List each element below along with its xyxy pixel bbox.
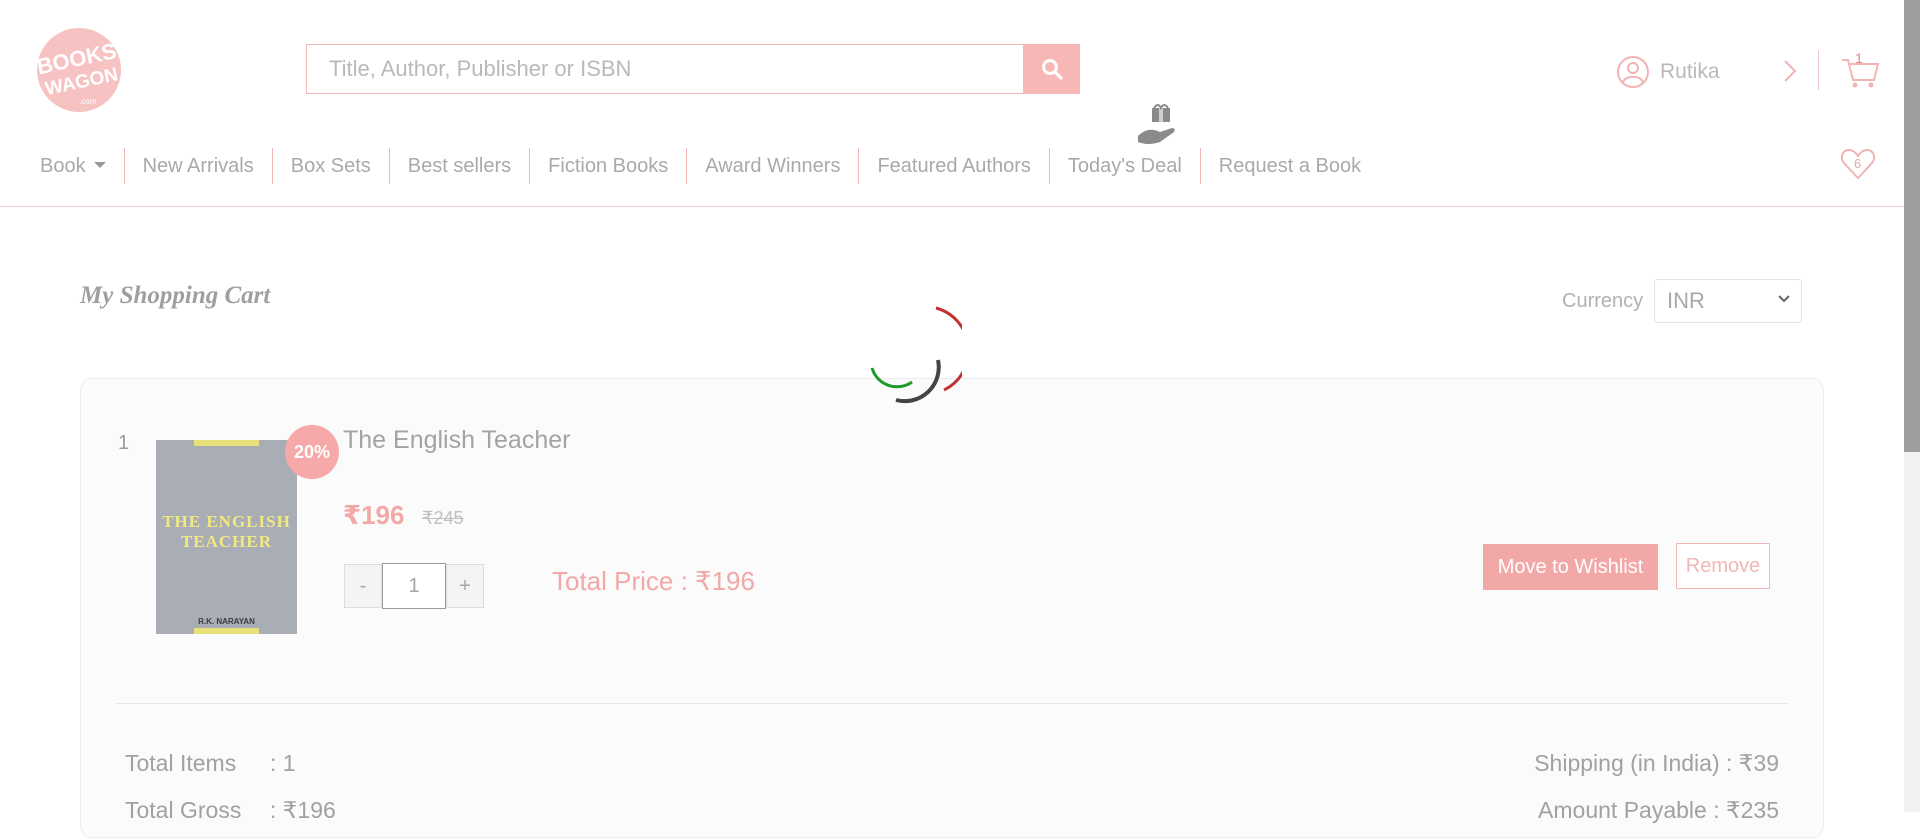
currency-value: INR <box>1667 288 1705 313</box>
qty-increase-button[interactable]: + <box>446 564 484 608</box>
qty-decrease-button[interactable]: - <box>344 564 382 608</box>
caret-down-icon <box>93 162 106 169</box>
total-gross-label: Total Gross <box>125 797 242 823</box>
book-cover-image[interactable]: THE ENGLISH TEACHER R.K. NARAYAN <box>156 440 297 634</box>
nav-item-featured-authors[interactable]: Featured Authors <box>858 148 1048 184</box>
item-total-price: Total Price : ₹196 <box>552 566 755 596</box>
nav-item-box-sets[interactable]: Box Sets <box>271 148 389 184</box>
chevron-down-icon <box>1778 295 1790 303</box>
page-title: My Shopping Cart <box>80 282 271 309</box>
price-current: ₹196 <box>343 500 405 530</box>
total-items-value: : 1 <box>270 750 296 776</box>
search-box <box>306 44 1024 94</box>
nav-item-request-a-book[interactable]: Request a Book <box>1199 148 1379 184</box>
main-nav: Book New Arrivals Box Sets Best sellers … <box>22 146 1379 186</box>
total-items-label: Total Items <box>125 750 237 776</box>
nav-item-new-arrivals[interactable]: New Arrivals <box>123 148 272 184</box>
amount-payable: Amount Payable : ₹235 <box>1538 797 1779 823</box>
user-name: Rutika <box>1660 60 1720 83</box>
search-icon <box>1042 59 1063 80</box>
cover-band <box>194 628 259 634</box>
site-header: BOOKS WAGON .com Rutika 1 <box>0 0 1904 207</box>
nav-item-todays-deal[interactable]: Today's Deal <box>1048 148 1200 184</box>
total-gross-value: : ₹196 <box>270 797 336 823</box>
chevron-right-icon[interactable] <box>1782 58 1798 84</box>
user-account[interactable]: Rutika <box>1616 50 1720 94</box>
nav-item-best-sellers[interactable]: Best sellers <box>388 148 529 184</box>
gift-deal-icon <box>1138 104 1175 144</box>
currency-label: Currency <box>1562 290 1644 312</box>
loading-spinner <box>870 306 962 404</box>
item-index: 1 <box>118 432 130 454</box>
card-divider <box>116 703 1788 704</box>
header-divider <box>1818 50 1819 90</box>
cover-band <box>194 440 259 446</box>
nav-item-book[interactable]: Book <box>22 148 124 184</box>
cover-title: THE ENGLISH TEACHER <box>162 512 291 551</box>
book-title[interactable]: The English Teacher <box>343 426 570 455</box>
nav-item-fiction-books[interactable]: Fiction Books <box>529 148 686 184</box>
qty-input[interactable]: 1 <box>382 563 446 609</box>
svg-text:.com: .com <box>79 97 97 106</box>
remove-button[interactable]: Remove <box>1676 543 1770 589</box>
nav-item-award-winners[interactable]: Award Winners <box>686 148 858 184</box>
user-icon <box>1617 56 1649 88</box>
cart-count-badge: 1 <box>1855 50 1863 66</box>
scrollbar-thumb[interactable] <box>1904 0 1920 452</box>
wishlist-count-badge: 6 <box>1854 156 1862 171</box>
shipping-charge: Shipping (in India) : ₹39 <box>1534 750 1779 776</box>
price-original: ₹245 <box>422 508 464 528</box>
move-to-wishlist-button[interactable]: Move to Wishlist <box>1483 544 1658 590</box>
discount-badge: 20% <box>285 425 339 479</box>
cover-author: R.K. NARAYAN <box>198 617 255 626</box>
currency-select[interactable]: INR <box>1654 279 1802 323</box>
search-button[interactable] <box>1024 44 1080 94</box>
quantity-stepper: - 1 + <box>344 563 484 609</box>
search-input[interactable] <box>307 45 1023 93</box>
bookswagon-logo[interactable]: BOOKS WAGON .com <box>24 26 134 114</box>
